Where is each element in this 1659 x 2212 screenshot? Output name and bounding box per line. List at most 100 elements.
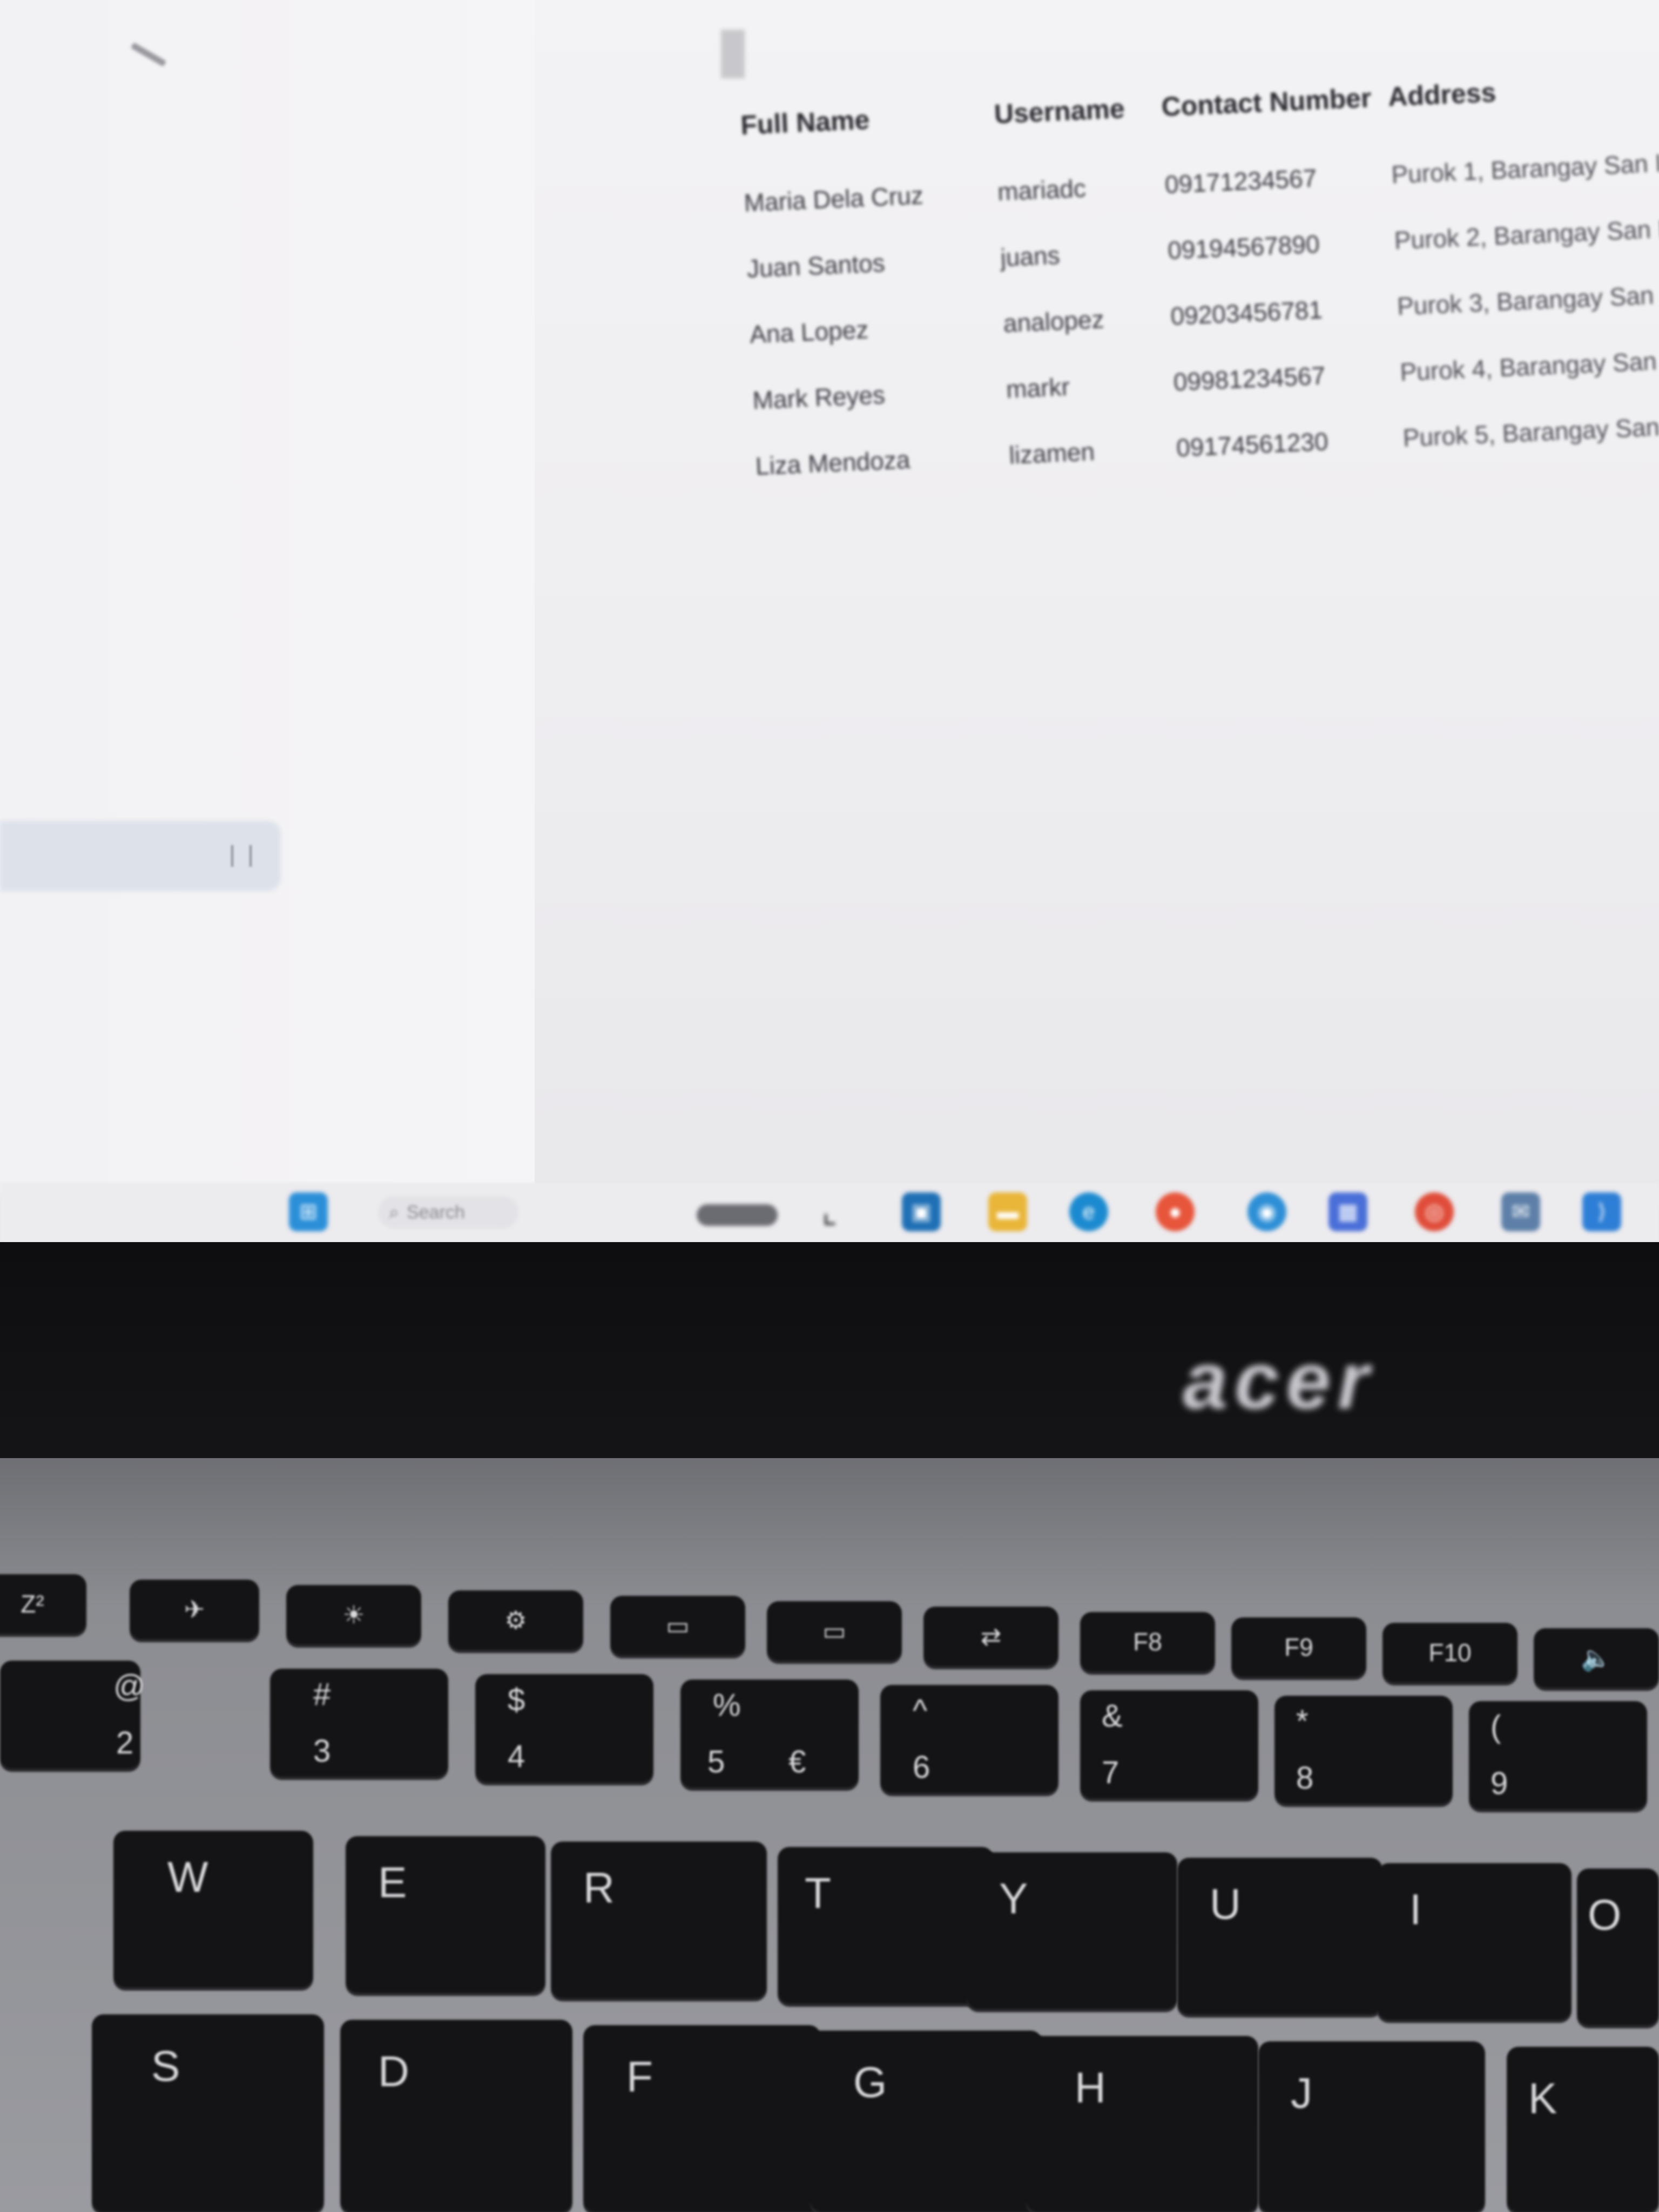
- cell-username: mariadc: [997, 174, 1087, 206]
- key-r[interactable]: R: [551, 1842, 767, 1998]
- search-label: Search: [407, 1202, 465, 1223]
- mail-icon[interactable]: ✉: [1501, 1192, 1540, 1231]
- search-icon: ⌕: [389, 1202, 400, 1223]
- users-table: Full Name Username Contact Number Addres…: [740, 63, 1659, 516]
- key-8[interactable]: * 8: [1274, 1696, 1453, 1804]
- key-u[interactable]: U: [1177, 1858, 1382, 2014]
- header-contact-number[interactable]: Contact Number: [1161, 80, 1388, 125]
- key-f8[interactable]: F8: [1080, 1612, 1215, 1671]
- key-6-shift: ^: [913, 1693, 928, 1728]
- widgets-icon[interactable]: [697, 1204, 778, 1226]
- task-view-icon[interactable]: ⌞: [810, 1192, 849, 1231]
- key-y[interactable]: Y: [967, 1852, 1177, 2009]
- edge-icon[interactable]: e: [1069, 1192, 1108, 1231]
- cell-full-name: Juan Santos: [746, 248, 886, 283]
- key-7[interactable]: & 7: [1080, 1690, 1258, 1798]
- table-row[interactable]: Maria Dela Cruz mariadc 09171234567 Puro…: [743, 141, 1659, 220]
- chrome-icon[interactable]: ◎: [1415, 1192, 1454, 1231]
- key-d[interactable]: D: [340, 2020, 572, 2212]
- key-o[interactable]: O: [1577, 1869, 1659, 2025]
- cell-contact: 09171234567: [1164, 164, 1318, 199]
- cell-address: Purok 2, Barangay San Isidro: [1393, 212, 1659, 255]
- cell-username: markr: [1006, 373, 1070, 404]
- table-row[interactable]: Juan Santos juans 09194567890 Purok 2, B…: [746, 207, 1659, 286]
- windows-icon[interactable]: ⊞: [289, 1192, 328, 1231]
- key-6[interactable]: ^ 6: [880, 1685, 1058, 1793]
- key-airplane[interactable]: ✈: [130, 1580, 259, 1639]
- file-explorer-icon[interactable]: ▣: [902, 1192, 941, 1231]
- cell-contact: 09194567890: [1167, 230, 1320, 265]
- folder-icon[interactable]: ▬: [988, 1192, 1027, 1231]
- cell-username: lizamen: [1008, 437, 1096, 470]
- key-display-2[interactable]: ▭: [767, 1601, 902, 1661]
- key-display[interactable]: ▭: [610, 1596, 745, 1655]
- key-brightness[interactable]: ☀: [286, 1585, 421, 1644]
- header-username[interactable]: Username: [994, 90, 1163, 132]
- cell-full-name: Ana Lopez: [749, 315, 869, 349]
- grip-icon: [231, 845, 252, 867]
- key-5-label: 5: [707, 1744, 725, 1779]
- cell-address: Purok 3, Barangay San Isidro: [1397, 278, 1659, 321]
- key-j[interactable]: J: [1258, 2041, 1485, 2212]
- table-row[interactable]: Ana Lopez analopez 09203456781 Purok 3, …: [749, 273, 1659, 352]
- key-h[interactable]: H: [1026, 2036, 1258, 2212]
- key-3-label: 3: [313, 1734, 331, 1769]
- key-w[interactable]: W: [113, 1831, 313, 1987]
- cell-username: analopez: [1002, 305, 1105, 338]
- store-icon[interactable]: ▦: [1328, 1192, 1367, 1231]
- key-settings[interactable]: ⚙: [448, 1590, 583, 1650]
- key-8-label: 8: [1296, 1761, 1314, 1796]
- key-8-shift: *: [1296, 1704, 1309, 1739]
- sidebar-mark: [130, 42, 167, 67]
- app-icon[interactable]: ◉: [1247, 1192, 1286, 1231]
- key-9-shift: (: [1491, 1709, 1501, 1744]
- key-2-label: 2: [116, 1725, 134, 1761]
- table-header: Full Name Username Contact Number Addres…: [740, 63, 1659, 143]
- key-volume-down[interactable]: 🔈: [1534, 1628, 1659, 1688]
- key-t[interactable]: T: [778, 1847, 994, 2004]
- cell-full-name: Mark Reyes: [752, 381, 886, 415]
- key-5-euro: €: [788, 1744, 806, 1779]
- key-7-shift: &: [1102, 1698, 1123, 1734]
- key-4-label: 4: [508, 1739, 525, 1774]
- cell-address: Purok 1, Barangay San Isidro: [1391, 146, 1659, 189]
- brand-logo: acer: [1183, 1335, 1375, 1426]
- key-f10[interactable]: F10: [1382, 1623, 1518, 1682]
- firefox-icon[interactable]: ●: [1156, 1192, 1195, 1231]
- select-all-checkbox[interactable]: [721, 30, 745, 78]
- key-4[interactable]: $ 4: [475, 1674, 653, 1782]
- cell-contact: 09981234567: [1172, 361, 1326, 396]
- key-2[interactable]: @ 2: [0, 1661, 145, 1769]
- header-full-name[interactable]: Full Name: [740, 97, 995, 143]
- cell-address: Purok 4, Barangay San Isidro: [1399, 344, 1659, 387]
- key-6-label: 6: [913, 1750, 930, 1785]
- key-f9[interactable]: F9: [1231, 1617, 1366, 1677]
- cell-full-name: Liza Mendoza: [754, 446, 911, 481]
- key-9[interactable]: ( 9: [1469, 1701, 1647, 1809]
- key-5-shift: %: [713, 1688, 741, 1723]
- table-row[interactable]: Liza Mendoza lizamen 09174561230 Purok 5…: [755, 405, 1659, 483]
- key-i[interactable]: I: [1377, 1863, 1572, 2020]
- taskbar-search[interactable]: ⌕ Search: [378, 1196, 518, 1229]
- laptop-screen: Full Name Username Contact Number Addres…: [0, 0, 1659, 1242]
- cell-contact: 09174561230: [1176, 427, 1329, 462]
- table-row[interactable]: Mark Reyes markr 09981234567 Purok 4, Ba…: [752, 339, 1659, 417]
- keyboard-deck: Z² ✈ ☀ ⚙ ▭ ▭ ⇄ F8 F9 F10 🔈 @ 2 # 3 $ 4 %…: [0, 1458, 1659, 2212]
- key-e[interactable]: E: [346, 1836, 545, 1993]
- key-f[interactable]: F: [583, 2025, 821, 2212]
- key-fn-1[interactable]: Z²: [0, 1574, 86, 1634]
- vscode-icon[interactable]: ⟩: [1582, 1192, 1621, 1231]
- key-g[interactable]: G: [810, 2031, 1042, 2212]
- cell-contact: 09203456781: [1170, 295, 1323, 331]
- key-2-shift: @: [113, 1669, 145, 1704]
- cell-full-name: Maria Dela Cruz: [743, 181, 924, 217]
- header-address[interactable]: Address: [1387, 63, 1659, 114]
- cell-address: Purok 5, Barangay San Isidro: [1402, 410, 1659, 453]
- laptop-bezel: acer: [0, 1242, 1659, 1469]
- key-9-label: 9: [1491, 1766, 1508, 1801]
- key-3[interactable]: # 3: [270, 1669, 448, 1777]
- key-k[interactable]: K: [1507, 2047, 1659, 2212]
- key-s[interactable]: S: [92, 2014, 324, 2212]
- key-5[interactable]: % 5 €: [680, 1680, 859, 1788]
- key-touchpad[interactable]: ⇄: [923, 1607, 1058, 1666]
